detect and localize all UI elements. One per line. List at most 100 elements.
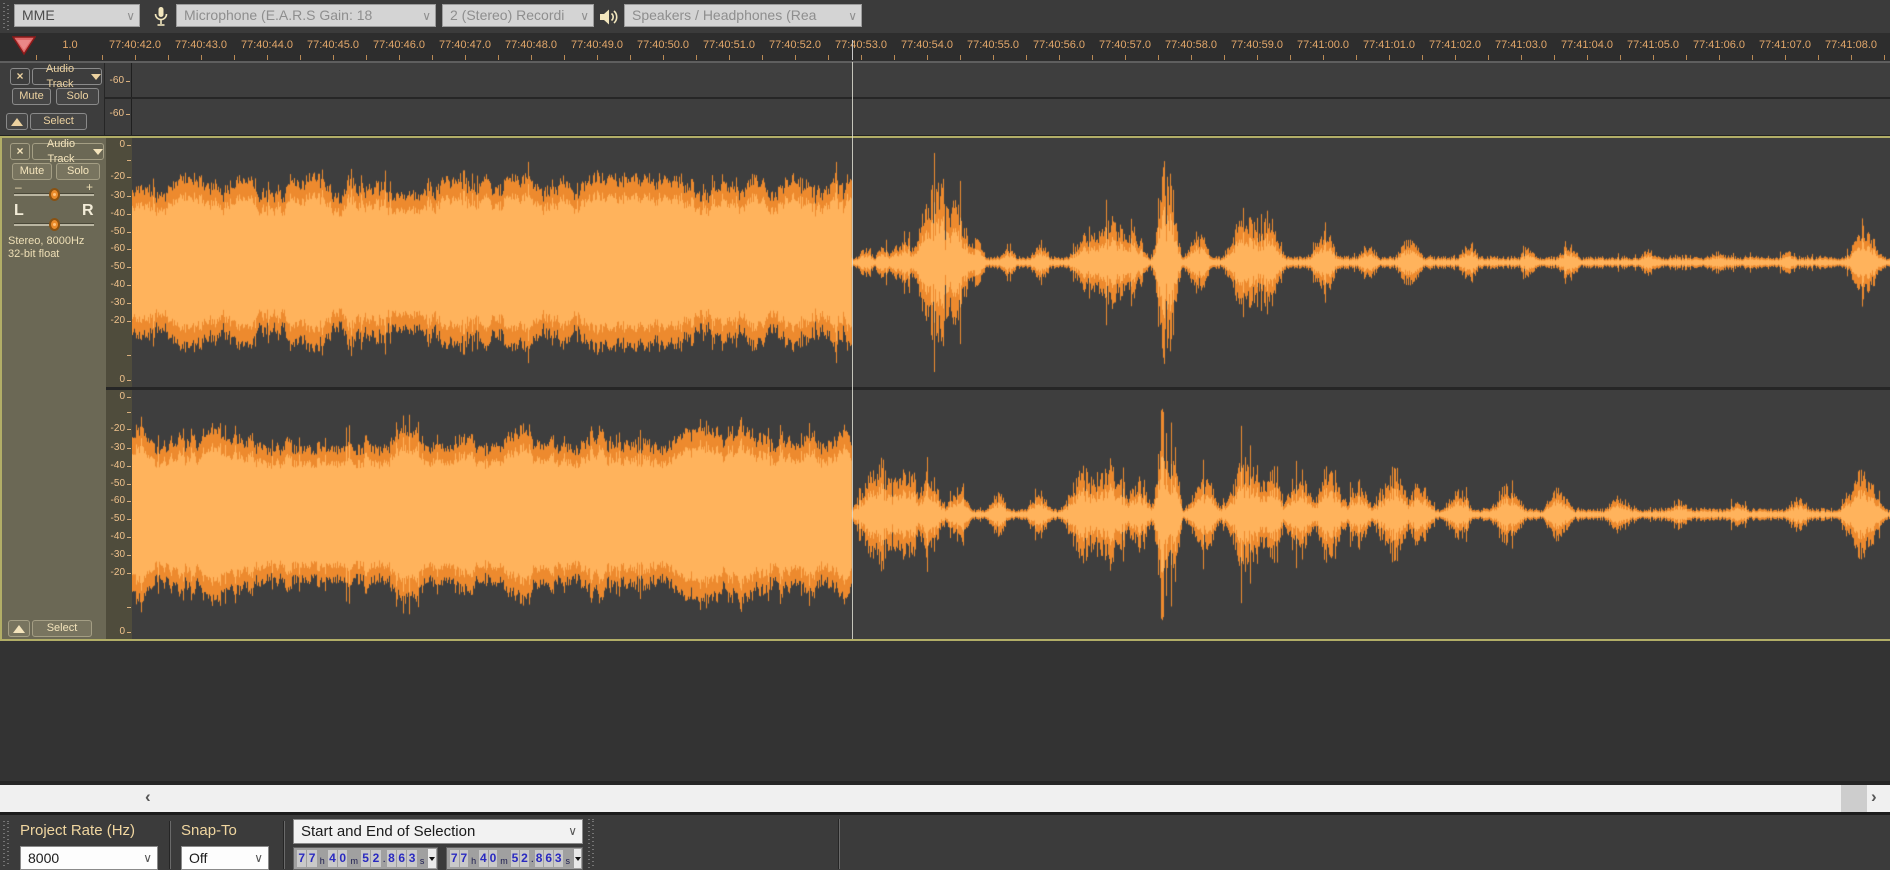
toolbar-grip[interactable] (3, 821, 10, 867)
selection-mode-select[interactable]: Start and End of Selection ∨ (293, 819, 583, 844)
timeline-label: 77:41:06.0 (1693, 39, 1745, 51)
timeline-ruler[interactable]: 1.0 77:40:42.0 77:40:43.0 77:40:44.0 77:40:… (0, 33, 1890, 62)
time-unit: m (500, 855, 508, 866)
pan-slider-thumb[interactable] (49, 218, 60, 231)
track-2-solo-button[interactable]: Solo (56, 163, 100, 180)
timeline-label: 77:40:53.0 (835, 39, 887, 51)
timeline-label: 77:41:05.0 (1627, 39, 1679, 51)
recording-device-select[interactable]: Microphone (E.A.R.S Gain: 18 ∨ (176, 4, 436, 27)
timeline-tick (729, 55, 730, 60)
timeline-tick (1026, 55, 1027, 60)
selection-end-field[interactable]: 77h40m52.863s (446, 847, 583, 870)
expand-triangle-icon (11, 117, 23, 126)
timeline-tick (1719, 55, 1720, 60)
playback-device-select[interactable]: Speakers / Headphones (Rea ∨ (624, 4, 862, 27)
db-label: -30 (110, 190, 125, 201)
microphone-icon (148, 4, 174, 29)
track-1-waveform-area[interactable] (132, 63, 1890, 135)
time-unit: s (419, 855, 425, 866)
timeline-tick (564, 55, 565, 60)
timeline-tick (1554, 55, 1555, 60)
audio-host-select[interactable]: MME ∨ (14, 4, 140, 27)
timeline-tick (696, 55, 697, 60)
timeline-label: 77:41:07.0 (1759, 39, 1811, 51)
gain-slider-thumb[interactable] (49, 188, 60, 201)
time-unit: h (471, 855, 477, 866)
db-label: 0 (119, 391, 125, 402)
timeline-label: 77:41:08.0 (1825, 39, 1877, 51)
track-2-mute-button[interactable]: Mute (12, 163, 52, 180)
gain-minus-label: – (15, 180, 22, 194)
time-digit: 8 (386, 850, 397, 867)
time-dot: . (382, 852, 386, 865)
speaker-icon (596, 4, 622, 29)
db-label: -20 (110, 423, 125, 434)
timeline-tick (828, 55, 829, 60)
timeline-tick (1851, 55, 1852, 60)
scroll-left-icon[interactable]: ‹ (145, 787, 151, 807)
toolbar-grip[interactable] (3, 3, 10, 30)
timeline-label: 77:40:46.0 (373, 39, 425, 51)
waveform-canvas-channel-right[interactable] (132, 390, 1890, 639)
scrollbar-thumb[interactable] (1841, 785, 1867, 812)
horizontal-scrollbar[interactable]: ‹ › (0, 783, 1890, 812)
project-rate-label: Project Rate (Hz) (20, 822, 136, 839)
timeline-tick (960, 55, 961, 60)
track-2-collapse-button[interactable] (8, 620, 30, 637)
track-2-control-panel: × Audio Track Mute Solo – + L R Stereo, … (2, 138, 107, 639)
db-label: -40 (110, 208, 125, 219)
device-toolbar: MME ∨ Microphone (E.A.R.S Gain: 18 ∨ 2 (… (0, 0, 1890, 34)
track-1-select-button[interactable]: Select (30, 113, 87, 130)
scroll-right-icon[interactable]: › (1871, 787, 1877, 807)
db-label: 0 (119, 626, 125, 637)
pinned-playhead-icon[interactable] (12, 36, 36, 56)
timeline-tick (399, 55, 400, 60)
db-label: -30 (110, 442, 125, 453)
track-1-menu-button[interactable]: Audio Track (32, 63, 102, 90)
selection-start-field[interactable]: 77h40m52.863s (293, 847, 438, 870)
track-2-menu-button[interactable]: Audio Track (32, 138, 104, 165)
track-1-close-button[interactable]: × (10, 68, 30, 85)
track-1-expand-button[interactable] (6, 113, 28, 130)
track-1-solo-button[interactable]: Solo (56, 88, 99, 105)
time-dot: . (530, 852, 534, 865)
timeline-tick (1455, 55, 1456, 60)
time-digit: 5 (510, 850, 520, 867)
recording-channels-select[interactable]: 2 (Stereo) Recordi ∨ (442, 4, 594, 27)
db-label: -50 (110, 513, 125, 524)
db-label: -50 (110, 226, 125, 237)
track-format-line1: Stereo, 8000Hz (8, 235, 85, 247)
db-label: 0 (119, 374, 125, 385)
timeline-label: 77:40:43.0 (175, 39, 227, 51)
timeline-tick (234, 55, 235, 60)
timeline-tick (1884, 55, 1885, 60)
track-1-mute-button[interactable]: Mute (12, 88, 51, 105)
time-digit: 5 (360, 850, 371, 867)
timeline-label: 77:41:04.0 (1561, 39, 1613, 51)
track-2-close-button[interactable]: × (10, 143, 30, 160)
track-1-control-panel: × Audio Track Mute Solo Select (0, 63, 105, 135)
waveform-canvas-channel-left[interactable] (132, 138, 1890, 387)
time-field-dropdown-icon[interactable] (428, 849, 436, 868)
time-digit: 4 (479, 850, 488, 867)
track-2-select-button[interactable]: Select (32, 620, 92, 637)
time-field-dropdown-icon[interactable] (574, 849, 581, 868)
timeline-label: 77:40:49.0 (571, 39, 623, 51)
project-rate-select[interactable]: 8000 ∨ (20, 846, 158, 870)
timeline-tick (1488, 55, 1489, 60)
timeline-label: 77:41:02.0 (1429, 39, 1481, 51)
timeline-tick (135, 55, 136, 60)
bottom-toolbar: Project Rate (Hz) 8000 ∨ Snap-To Off ∨ S… (0, 812, 1890, 870)
db-label: -20 (110, 315, 125, 326)
snap-to-select[interactable]: Off ∨ (181, 846, 269, 870)
track-1-title: Audio Track (45, 62, 75, 90)
timeline-tick (102, 55, 103, 60)
timeline-tick (168, 55, 169, 60)
track-1-vertical-ruler[interactable]: -60 -60 (105, 63, 132, 135)
timeline-label: 77:40:55.0 (967, 39, 1019, 51)
toolbar-grip[interactable] (588, 819, 595, 869)
recording-channels-value: 2 (Stereo) Recordi (450, 7, 565, 23)
timeline-tick (630, 55, 631, 60)
time-digit: 7 (297, 850, 307, 867)
timeline-tick (597, 55, 598, 60)
